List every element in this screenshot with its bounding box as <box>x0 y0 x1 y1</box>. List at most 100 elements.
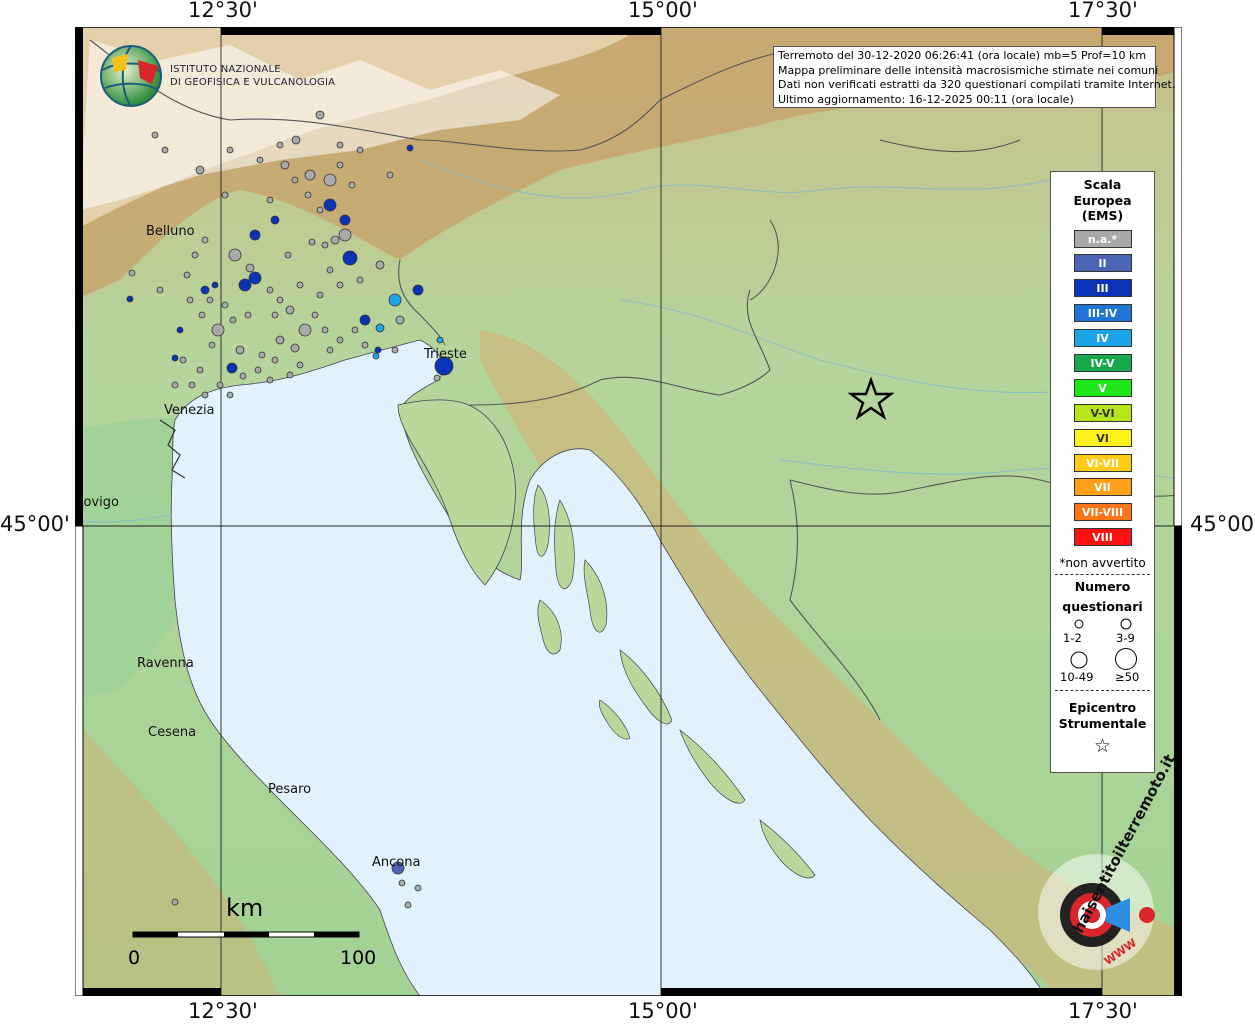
questionnaire-point <box>226 146 234 154</box>
lat-label-right: 45°00' <box>1190 512 1255 536</box>
questionnaire-point <box>186 296 194 304</box>
questionnaire-point <box>398 879 406 887</box>
size-label-3: 10-49 <box>1060 670 1094 685</box>
questionnaire-point <box>298 323 312 337</box>
questionnaire-point <box>436 336 444 344</box>
questionnaire-point <box>276 141 284 149</box>
questionnaire-point <box>308 238 316 246</box>
questionnaire-point <box>198 311 206 319</box>
questionnaire-point <box>433 374 441 382</box>
lon-label-top-1: 12°30' <box>188 0 258 22</box>
questionnaire-point <box>348 181 356 189</box>
legend-class-swatch: III-IV <box>1073 304 1132 323</box>
info-line2: Mappa preliminare delle intensità macros… <box>778 63 1159 77</box>
lat-label-left: 45°00' <box>0 512 70 536</box>
questionnaire-point <box>171 381 179 389</box>
size-label-4: ≥50 <box>1115 670 1140 685</box>
legend-class-swatch: II <box>1073 254 1132 273</box>
questionnaire-point <box>339 214 351 226</box>
questionnaire-point <box>323 173 337 187</box>
questionnaire-point <box>266 286 274 294</box>
map-canvas[interactable]: Belluno Venezia Trieste Rovigo Ravenna C… <box>75 27 1182 996</box>
info-line3: Dati non verificati estratti da 320 ques… <box>778 78 1176 92</box>
legend-class-swatch: VI-VII <box>1073 453 1132 472</box>
questionnaire-point <box>266 196 274 204</box>
map-frame[interactable]: Belluno Venezia Trieste Rovigo Ravenna C… <box>75 27 1182 996</box>
questionnaire-point <box>161 146 169 154</box>
questionnaire-point <box>200 285 210 295</box>
questionnaire-point <box>395 315 405 325</box>
questionnaire-point <box>372 352 380 360</box>
questionnaire-point <box>375 323 385 333</box>
questionnaire-point <box>238 278 252 292</box>
legend-title-1: Scala <box>1083 177 1122 192</box>
size-label-2: 3-9 <box>1116 631 1135 646</box>
questionnaire-point <box>235 345 245 355</box>
lon-label-bottom-3: 17°30' <box>1068 999 1138 1023</box>
questionnaire-point <box>291 176 299 184</box>
questionnaire-point <box>176 326 184 334</box>
city-ravenna: Ravenna <box>137 656 194 671</box>
questionnaire-point <box>406 144 414 152</box>
questionnaire-point <box>316 206 324 214</box>
questionnaire-point <box>412 284 424 296</box>
questionnaire-point <box>188 381 196 389</box>
questionnaire-point <box>201 236 209 244</box>
legend-class-swatch: IV-V <box>1073 353 1132 372</box>
questionnaire-point <box>266 376 274 384</box>
questionnaire-point <box>270 215 280 225</box>
questionnaire-point <box>386 171 394 179</box>
legend-class-swatch: n.a.* <box>1073 229 1132 248</box>
questionnaire-point <box>326 266 334 274</box>
questionnaire-point <box>375 260 385 270</box>
lon-label-top-2: 15°00' <box>628 0 698 22</box>
legend-class-swatch: V-VI <box>1073 403 1132 422</box>
info-line1: Terremoto del 30-12-2020 06:26:41 (ora l… <box>778 49 1147 62</box>
questionnaire-point <box>323 198 337 212</box>
legend-class-swatch: VIII <box>1073 528 1132 547</box>
questionnaire-point <box>356 276 364 284</box>
questionnaire-point <box>291 135 301 145</box>
lon-label-bottom-2: 15°00' <box>628 999 698 1023</box>
questionnaire-point <box>404 901 412 909</box>
questionnaire-point <box>391 346 399 354</box>
questionnaire-point <box>280 160 290 170</box>
questionnaire-point <box>336 141 344 149</box>
questionnaire-point <box>271 356 279 364</box>
questionnaire-point <box>275 335 285 345</box>
lon-label-top-3: 17°30' <box>1068 0 1138 22</box>
questionnaire-point <box>359 314 371 326</box>
legend-separator-2 <box>1055 690 1150 692</box>
legend-class-swatch: VI <box>1073 428 1132 447</box>
epi-legend-star: ☆ <box>1093 735 1112 758</box>
city-pesaro: Pesaro <box>268 782 311 797</box>
legend-title-2: Europea <box>1073 192 1132 208</box>
institute-name: ISTITUTO NAZIONALE DI GEOFISICA E VULCAN… <box>170 63 335 89</box>
questionnaire-point <box>229 316 237 324</box>
questionnaire-point <box>356 146 364 154</box>
questionnaire-point <box>296 281 304 289</box>
epi-title-2: Strumentale <box>1058 715 1147 731</box>
city-venezia: Venezia <box>164 403 215 418</box>
questionnaire-point <box>245 263 255 273</box>
count-title-1: Numero <box>1074 579 1131 595</box>
questionnaire-point <box>414 884 422 892</box>
legend-class-swatch: VII <box>1073 478 1132 497</box>
questionnaire-point <box>315 110 325 120</box>
questionnaire-point <box>208 341 216 349</box>
city-ancona: Ancona <box>372 855 420 870</box>
legend-class-swatch: VII-VIII <box>1073 503 1132 522</box>
questionnaire-point <box>171 898 179 906</box>
questionnaire-point <box>285 305 295 315</box>
questionnaire-point <box>361 341 369 349</box>
legend-class-swatch: V <box>1073 378 1132 397</box>
info-line4: Ultimo aggiornamento: 16-12-2025 00:11 (… <box>778 92 1074 106</box>
questionnaire-point <box>336 281 344 289</box>
questionnaire-point <box>249 229 261 241</box>
questionnaire-point <box>206 296 214 304</box>
questionnaire-point <box>286 371 294 379</box>
questionnaire-point <box>338 228 352 242</box>
count-title-2: questionari <box>1062 598 1143 614</box>
questionnaire-point <box>342 250 358 266</box>
legend-class-swatch: III <box>1073 279 1132 298</box>
